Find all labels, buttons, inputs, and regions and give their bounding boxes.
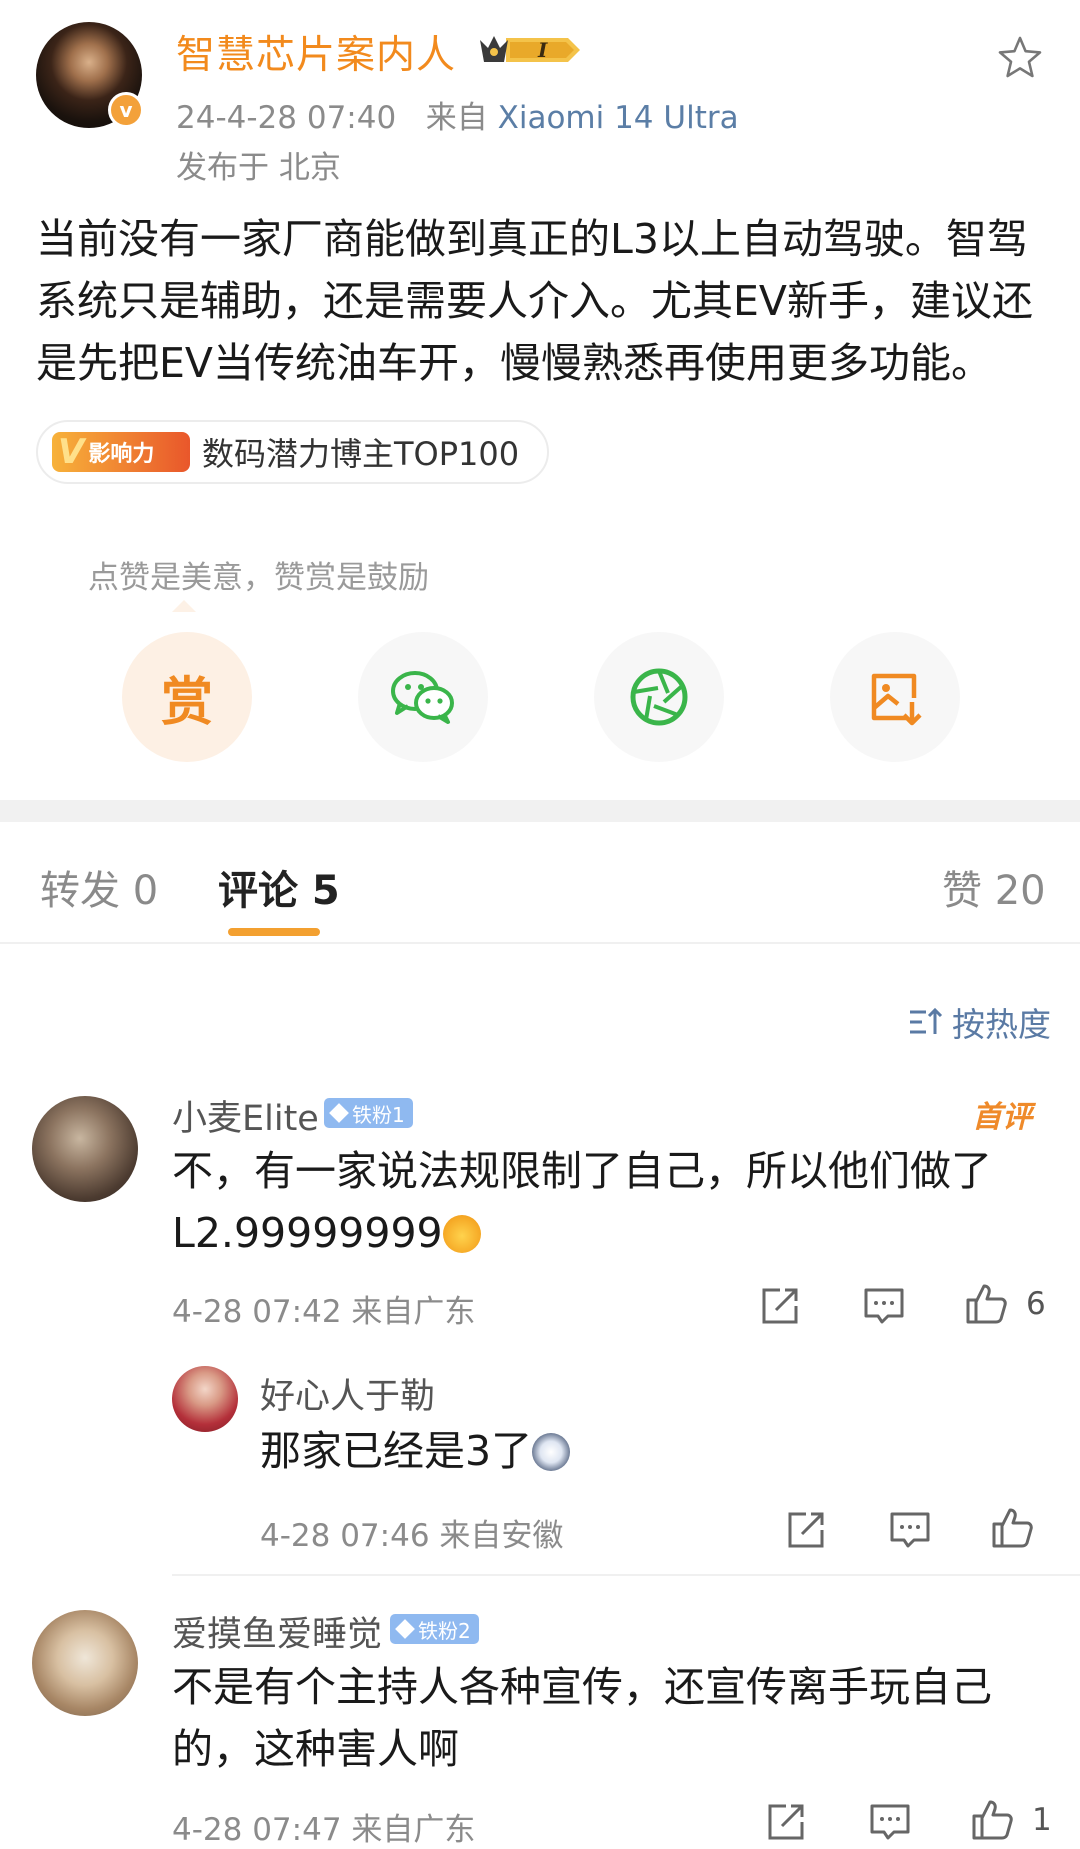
star-outline-icon[interactable]: [996, 34, 1044, 82]
replier-avatar[interactable]: [172, 1366, 238, 1432]
post-meta: 24-4-28 07:40 来自 Xiaomi 14 Ultra: [176, 92, 739, 137]
verified-badge-icon: v: [108, 92, 144, 128]
grin-emoji-icon: [442, 1215, 481, 1253]
post-content: 当前没有一家厂商能做到真正的L3以上自动驾驶。智驾系统只是辅助，还是需要人介入。…: [36, 215, 1033, 387]
commenter-name[interactable]: 爱摸鱼爱睡觉: [172, 1606, 382, 1657]
comment-meta: 4-28 07:42 来自广东: [172, 1294, 476, 1330]
wechat-icon: [391, 671, 454, 724]
share-icon[interactable]: [758, 1284, 802, 1328]
thumbs-up-icon[interactable]: [970, 1798, 1014, 1842]
reward-button[interactable]: 赏: [122, 632, 252, 762]
save-image-icon: [871, 673, 922, 726]
comment-text: 不是有个主持人各种宣传，还宣传离手玩自己 的，这种害人啊: [172, 1663, 992, 1773]
fan-badge: 铁粉2: [390, 1614, 479, 1644]
commenter-name[interactable]: 小麦Elite: [172, 1090, 319, 1141]
tabs-divider: [0, 942, 1080, 944]
commenter-avatar[interactable]: [32, 1096, 138, 1202]
member-crown-icon: I: [480, 36, 580, 62]
comment-icon[interactable]: [862, 1284, 906, 1328]
reward-label: 赏: [160, 672, 213, 733]
sort-icon: [910, 1007, 943, 1034]
tab-likes[interactable]: 赞 20: [942, 858, 1046, 916]
comment-text: 不，有一家说法规限制了自己，所以他们做了 L2.99999999: [172, 1147, 992, 1257]
save-image-button[interactable]: [830, 632, 960, 762]
first-comment-badge: 首评: [972, 1100, 1032, 1135]
comment-icon[interactable]: [888, 1508, 932, 1552]
diamond-icon: [395, 1619, 415, 1639]
share-moments-button[interactable]: [594, 632, 724, 762]
section-divider: [0, 800, 1080, 822]
comment-icon[interactable]: [868, 1800, 912, 1844]
influence-tag[interactable]: V 影响力 数码潜力博主TOP100: [36, 420, 550, 484]
hint-caret: [172, 600, 196, 612]
share-icon[interactable]: [784, 1508, 828, 1552]
influence-badge: V 影响力: [52, 432, 190, 472]
moments-shutter-icon: [630, 668, 688, 726]
share-wechat-button[interactable]: [358, 632, 488, 762]
active-tab-indicator: [228, 928, 320, 936]
reward-hint: 点赞是美意，赞赏是鼓励: [88, 560, 429, 596]
comment-divider: [172, 1574, 1080, 1576]
comment-meta: 4-28 07:47 来自广东: [172, 1812, 476, 1848]
sort-label: 按热度: [952, 1005, 1051, 1044]
post-date: 24-4-28 07:40: [176, 100, 397, 136]
replier-name[interactable]: 好心人于勒: [260, 1368, 435, 1419]
diamond-icon: [329, 1103, 349, 1123]
reply-text: 那家已经是3了: [260, 1420, 571, 1482]
level-label: I: [537, 38, 548, 62]
like-count: 1: [1032, 1802, 1052, 1838]
share-icon[interactable]: [764, 1800, 808, 1844]
fan-badge: 铁粉1: [324, 1098, 413, 1128]
sort-button[interactable]: 按热度: [908, 998, 1051, 1046]
reply-meta: 4-28 07:46 来自安徽: [260, 1518, 564, 1554]
thumbs-up-icon[interactable]: [990, 1506, 1034, 1550]
author-name[interactable]: 智慧芯片案内人: [176, 24, 456, 80]
commenter-avatar[interactable]: [32, 1610, 138, 1716]
post-device[interactable]: Xiaomi 14 Ultra: [498, 100, 739, 136]
tab-comments[interactable]: 评论 5: [218, 858, 340, 916]
post-location: 发布于 北京: [176, 150, 341, 186]
tab-repost[interactable]: 转发 0: [40, 858, 158, 916]
thumbs-up-icon[interactable]: [964, 1282, 1008, 1326]
post-source-prefix: 来自: [425, 100, 488, 136]
panda-emoji-icon: [532, 1433, 571, 1471]
like-count: 6: [1026, 1286, 1046, 1322]
influence-tag-label: 数码潜力博主TOP100: [202, 435, 520, 473]
